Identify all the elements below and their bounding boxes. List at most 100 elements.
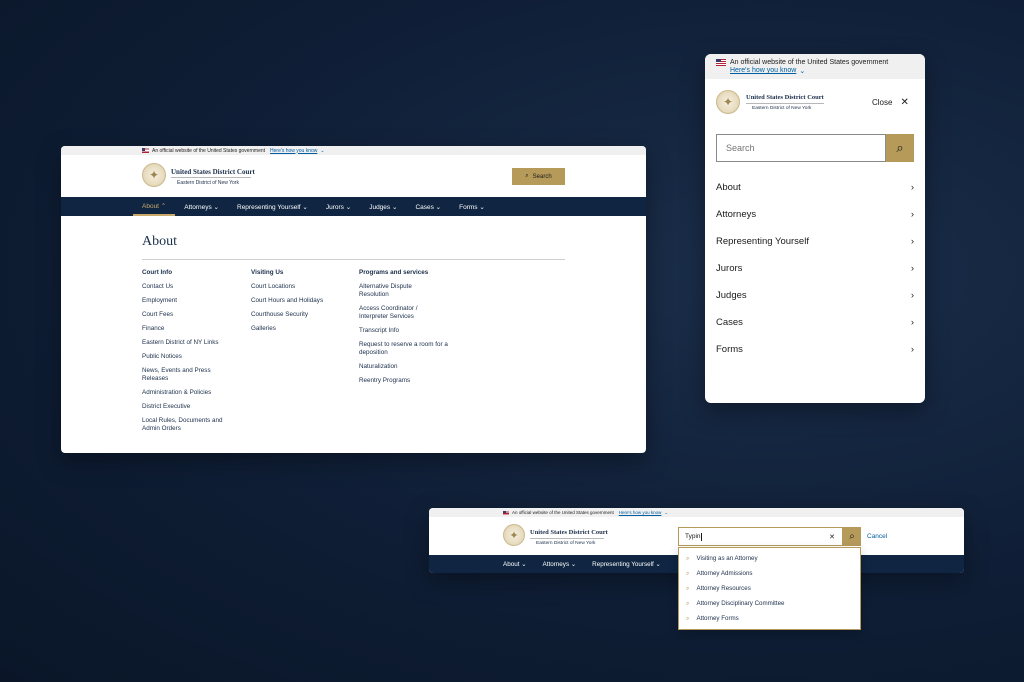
how-you-know-link[interactable]: Here's how you know: [270, 148, 317, 154]
mobile-menu-item-forms[interactable]: Forms ›: [716, 344, 914, 371]
menu-link[interactable]: Public Notices: [142, 353, 242, 361]
main-nav: About ⌃ Attorneys ⌄ Representing Yoursel…: [61, 197, 646, 216]
search-icon: ⌕: [525, 173, 529, 179]
nav-representing-yourself[interactable]: Representing Yourself ⌄: [592, 561, 661, 568]
menu-link[interactable]: Transcript Info: [359, 327, 459, 335]
mobile-menu-item-about[interactable]: About ›: [716, 182, 914, 209]
nav-attorneys[interactable]: Attorneys ⌄: [175, 203, 228, 211]
gov-banner-text: An official website of the United States…: [730, 58, 889, 66]
mobile-menu-item-judges[interactable]: Judges ›: [716, 290, 914, 317]
close-label: Close: [872, 98, 893, 107]
mobile-menu-item-representing-yourself[interactable]: Representing Yourself ›: [716, 236, 914, 263]
nav-about[interactable]: About ⌃: [133, 197, 176, 216]
nav-cases[interactable]: Cases ⌄: [406, 203, 450, 211]
menu-link[interactable]: Court Fees: [142, 311, 242, 319]
menu-link[interactable]: News, Events and Press Releases: [142, 367, 224, 383]
menu-link[interactable]: Employment: [142, 297, 242, 305]
nav-about[interactable]: About ⌄: [503, 561, 527, 568]
nav-jurors[interactable]: Jurors ⌄: [317, 203, 360, 211]
how-you-know-link[interactable]: Here's how you know: [619, 510, 662, 515]
close-button[interactable]: Close ✕: [872, 97, 909, 108]
title-divider: [142, 259, 565, 260]
suggestion-item[interactable]: ⌕ Attorney Resources: [679, 581, 860, 596]
chevron-right-icon: ›: [910, 344, 914, 355]
nav-attorneys[interactable]: Attorneys ⌄: [543, 561, 577, 568]
court-name[interactable]: United States District Court: [530, 529, 608, 536]
chevron-right-icon: ›: [910, 209, 914, 220]
menu-link[interactable]: Galleries: [251, 325, 351, 333]
page-title: About: [142, 234, 177, 249]
menu-link[interactable]: Eastern District of NY Links: [142, 339, 242, 347]
court-district: Eastern District of New York: [752, 106, 812, 111]
menu-link[interactable]: Alternative Dispute Resolution: [359, 283, 433, 299]
search-icon: ⌕: [686, 554, 690, 562]
suggestion-item[interactable]: ⌕ Attorney Disciplinary Committee: [679, 596, 860, 611]
menu-link[interactable]: Court Hours and Holidays: [251, 297, 351, 305]
chevron-down-icon[interactable]: ⌄: [799, 67, 805, 75]
gov-banner-text: An official website of the United States…: [512, 510, 614, 515]
menu-link[interactable]: Contact Us: [142, 283, 242, 291]
chevron-down-icon[interactable]: ⌄: [320, 148, 324, 154]
search-button[interactable]: ⌕ Search: [512, 168, 565, 185]
column-court-info: Court Info Contact Us Employment Court F…: [142, 269, 242, 433]
nav-judges[interactable]: Judges ⌄: [360, 203, 406, 211]
about-mega-menu: About Court Info Contact Us Employment C…: [61, 216, 646, 453]
search-button-label: Search: [532, 173, 552, 180]
site-header: ✦ United States District Court Eastern D…: [61, 155, 646, 197]
mobile-header: ✦ United States District Court Eastern D…: [705, 79, 925, 126]
chevron-down-icon[interactable]: ⌄: [664, 510, 668, 516]
court-seal-logo[interactable]: ✦: [503, 524, 525, 546]
nav-forms[interactable]: Forms ⌄: [450, 203, 494, 211]
text-cursor: [700, 532, 702, 541]
close-icon: ✕: [900, 97, 909, 108]
chevron-right-icon: ›: [910, 182, 914, 193]
column-heading: Court Info: [142, 269, 173, 276]
search-button[interactable]: ⌕: [886, 134, 914, 162]
menu-link[interactable]: Access Coordinator / Interpreter Service…: [359, 305, 439, 321]
suggestion-item[interactable]: ⌕ Attorney Forms: [679, 611, 860, 626]
mobile-menu-item-cases[interactable]: Cases ›: [716, 317, 914, 344]
search-field[interactable]: Typin ✕: [678, 527, 843, 546]
cancel-link[interactable]: Cancel: [867, 533, 887, 540]
menu-link[interactable]: Local Rules, Documents and Admin Orders: [142, 417, 224, 433]
search-suggestions: ⌕ Visiting as an Attorney ⌕ Attorney Admis…: [678, 547, 861, 630]
chevron-right-icon: ›: [910, 290, 914, 301]
court-seal-logo[interactable]: ✦: [142, 163, 166, 187]
header-rule: [530, 538, 604, 539]
suggestion-item[interactable]: ⌕ Visiting as an Attorney: [679, 551, 860, 566]
court-name[interactable]: United States District Court: [171, 168, 255, 176]
search-icon: ⌕: [896, 140, 904, 155]
gov-banner: An official website of the United States…: [429, 508, 964, 517]
clear-icon[interactable]: ✕: [829, 533, 835, 541]
us-flag-icon: [716, 58, 726, 66]
menu-link[interactable]: Court Locations: [251, 283, 351, 291]
search-icon: ⌕: [686, 569, 690, 577]
suggestion-item[interactable]: ⌕ Attorney Admissions: [679, 566, 860, 581]
mobile-menu-item-attorneys[interactable]: Attorneys ›: [716, 209, 914, 236]
search-input[interactable]: [716, 134, 886, 162]
menu-link[interactable]: Request to reserve a room for a depositi…: [359, 341, 451, 357]
chevron-right-icon: ›: [910, 263, 914, 274]
column-programs: Programs and services Alternative Disput…: [359, 269, 459, 385]
menu-link[interactable]: Naturalization: [359, 363, 459, 371]
column-visiting-us: Visiting Us Court Locations Court Hours …: [251, 269, 351, 333]
menu-link[interactable]: Finance: [142, 325, 242, 333]
menu-link[interactable]: Administration & Policies: [142, 389, 242, 397]
court-seal-logo[interactable]: ✦: [716, 90, 740, 114]
gov-banner: An official website of the United States…: [705, 54, 925, 79]
gov-banner-text: An official website of the United States…: [152, 147, 266, 154]
nav-representing-yourself[interactable]: Representing Yourself ⌄: [228, 203, 317, 211]
menu-link[interactable]: Reentry Programs: [359, 377, 459, 385]
menu-link[interactable]: Courthouse Security: [251, 311, 351, 319]
header-rule: [171, 177, 251, 178]
court-district: Eastern District of New York: [536, 541, 596, 546]
mobile-menu-item-jurors[interactable]: Jurors ›: [716, 263, 914, 290]
gov-banner: An official website of the United States…: [61, 146, 646, 155]
search-icon: ⌕: [686, 584, 690, 592]
header-rule: [746, 103, 824, 104]
court-name[interactable]: United States District Court: [746, 94, 824, 101]
how-you-know-link[interactable]: Here's how you know: [730, 67, 796, 74]
search-button[interactable]: ⌕: [843, 527, 861, 546]
menu-link[interactable]: District Executive: [142, 403, 242, 411]
court-district: Eastern District of New York: [177, 180, 239, 186]
